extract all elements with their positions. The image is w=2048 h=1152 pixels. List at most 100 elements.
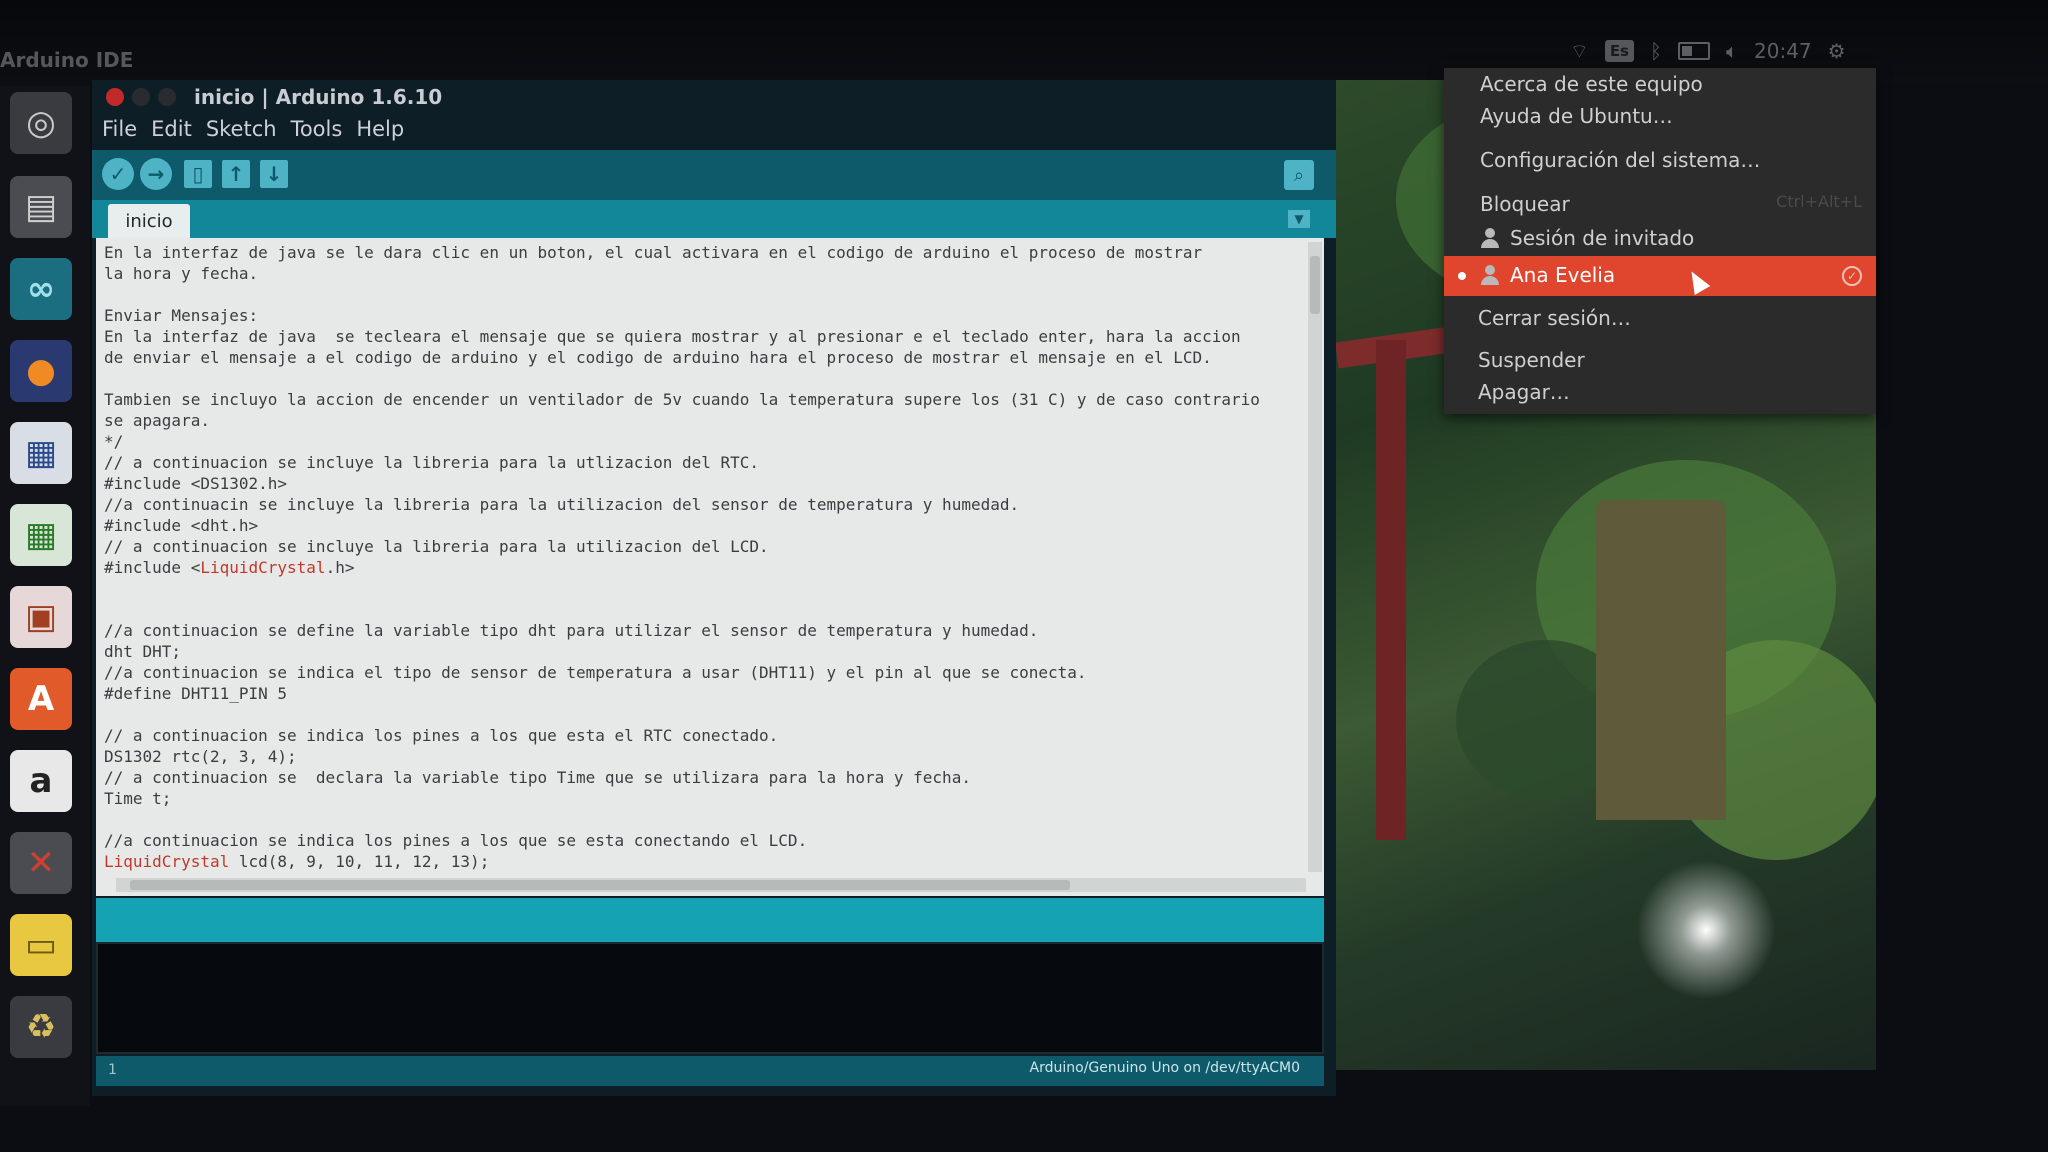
menu-item-about[interactable]: Acerca de este equipo xyxy=(1480,72,1703,96)
user-label: Ana Evelia xyxy=(1510,263,1616,287)
line-number: 1 xyxy=(108,1062,117,1078)
menu-sketch[interactable]: Sketch xyxy=(204,117,279,147)
software-center-icon[interactable]: A xyxy=(10,668,72,730)
menubar: File Edit Sketch Tools Help xyxy=(100,117,406,147)
horizontal-scrollbar-thumb[interactable] xyxy=(130,880,1070,890)
impress-icon[interactable]: ▣ xyxy=(10,586,72,648)
code-line: //a continuacion se define la variable t… xyxy=(104,621,1039,640)
code-line: #include <DS1302.h> xyxy=(104,474,288,493)
message-strip xyxy=(96,898,1324,942)
serial-monitor-icon[interactable]: ⌕ xyxy=(1284,160,1314,190)
menu-item-guest-session[interactable]: Sesión de invitado xyxy=(1480,226,1694,250)
amazon-icon[interactable]: a xyxy=(10,750,72,812)
menu-item-log-out[interactable]: Cerrar sesión… xyxy=(1478,306,1631,330)
close-button[interactable] xyxy=(106,88,124,106)
menu-item-shut-down[interactable]: Apagar… xyxy=(1478,380,1570,404)
gear-icon[interactable]: ⚙ xyxy=(1828,39,1846,63)
battery-icon[interactable] xyxy=(1678,42,1710,60)
window-titlebar[interactable]: inicio | Arduino 1.6.10 xyxy=(92,80,1336,114)
lock-shortcut: Ctrl+Alt+L xyxy=(1776,192,1862,211)
system-menu: Acerca de este equipo Ayuda de Ubuntu… C… xyxy=(1444,68,1876,414)
window-title: inicio | Arduino 1.6.10 xyxy=(194,85,443,109)
code-line: LiquidCrystal lcd(8, 9, 10, 11, 12, 13); xyxy=(104,852,490,871)
network-icon[interactable]: ⌔ xyxy=(1570,39,1589,64)
save-button[interactable]: ↓ xyxy=(260,160,288,188)
toolbar: ✓ → ▯ ↑ ↓ ⌕ xyxy=(92,150,1336,200)
clock[interactable]: 20:47 xyxy=(1754,39,1812,63)
tab-inicio[interactable]: inicio xyxy=(108,204,190,238)
code-line: la hora y fecha. xyxy=(104,264,259,283)
tab-bar: inicio ▼ xyxy=(92,200,1336,238)
notes-icon[interactable]: ▭ xyxy=(10,914,72,976)
code-line: //a continuacion se indica el tipo de se… xyxy=(104,663,1087,682)
code-line: */ xyxy=(104,432,124,451)
code-line: DS1302 rtc(2, 3, 4); xyxy=(104,747,297,766)
menu-edit[interactable]: Edit xyxy=(149,117,194,147)
menu-item-lock[interactable]: Bloquear Ctrl+Alt+L xyxy=(1480,192,1870,216)
console-output[interactable] xyxy=(96,942,1324,1054)
vertical-scrollbar[interactable] xyxy=(1308,242,1322,872)
code-editor[interactable]: En la interfaz de java se le dara clic e… xyxy=(96,238,1324,896)
arduino-icon[interactable]: ∞ xyxy=(10,258,72,320)
launcher: ◎ ▤ ∞ ● ▦ ▦ ▣ A a ✕ ▭ ♻ xyxy=(0,86,90,1106)
menu-help[interactable]: Help xyxy=(354,117,406,147)
volume-icon[interactable]: 🔈︎ xyxy=(1726,39,1738,63)
guest-session-label: Sesión de invitado xyxy=(1510,226,1695,250)
vertical-scrollbar-thumb[interactable] xyxy=(1310,256,1320,314)
tab-menu-chevron-down-icon[interactable]: ▼ xyxy=(1288,210,1310,228)
code-line: #include <LiquidCrystal.h> xyxy=(104,558,355,577)
menu-file[interactable]: File xyxy=(100,117,139,147)
code-line: //a continuacin se incluye la libreria p… xyxy=(104,495,1020,514)
menu-tools[interactable]: Tools xyxy=(289,117,345,147)
keyboard-layout-indicator[interactable]: Es xyxy=(1604,40,1634,62)
arduino-window: inicio | Arduino 1.6.10 File Edit Sketch… xyxy=(92,80,1336,1096)
code-line: En la interfaz de java se le dara clic e… xyxy=(104,243,1203,262)
code-line: // a continuacion se indica los pines a … xyxy=(104,726,779,745)
code-line: dht DHT; xyxy=(104,642,182,661)
code-line: #define DHT11_PIN 5 xyxy=(104,684,288,703)
panel-app-title: Arduino IDE xyxy=(0,48,134,72)
code-line: de enviar el mensaje a el codigo de ardu… xyxy=(104,348,1212,367)
bluetooth-icon[interactable]: ᛒ xyxy=(1650,39,1662,63)
firefox-icon[interactable]: ● xyxy=(10,340,72,402)
upload-button[interactable]: → xyxy=(140,158,172,190)
open-button[interactable]: ↑ xyxy=(222,160,250,188)
code-line: #include <dht.h> xyxy=(104,516,259,535)
system-settings-icon[interactable]: ✕ xyxy=(10,832,72,894)
board-info: Arduino/Genuino Uno on /dev/ttyACM0 xyxy=(1029,1060,1300,1076)
menu-item-help[interactable]: Ayuda de Ubuntu… xyxy=(1480,104,1673,128)
menu-item-suspend[interactable]: Suspender xyxy=(1478,348,1585,372)
files-icon[interactable]: ▤ xyxy=(10,176,72,238)
active-session-dot xyxy=(1458,272,1466,280)
verify-button[interactable]: ✓ xyxy=(102,158,134,190)
user-icon xyxy=(1480,265,1500,285)
maximize-button[interactable] xyxy=(158,88,176,106)
menu-item-user-ana-evelia[interactable]: Ana Evelia ✓ xyxy=(1444,256,1876,296)
code-line: // a continuacion se declara la variable… xyxy=(104,768,971,787)
check-icon: ✓ xyxy=(1842,266,1862,286)
code-line: En la interfaz de java se tecleara el me… xyxy=(104,327,1241,346)
menu-item-lock-label: Bloquear xyxy=(1480,192,1570,216)
trash-icon[interactable]: ♻ xyxy=(10,996,72,1058)
ubuntu-dash-icon[interactable]: ◎ xyxy=(10,92,72,154)
code-line: Time t; xyxy=(104,789,172,808)
code-area[interactable]: En la interfaz de java se le dara clic e… xyxy=(104,242,1304,872)
menu-item-settings[interactable]: Configuración del sistema… xyxy=(1480,148,1760,172)
minimize-button[interactable] xyxy=(132,88,150,106)
horizontal-scrollbar[interactable] xyxy=(116,878,1306,892)
calc-icon[interactable]: ▦ xyxy=(10,504,72,566)
indicator-area: ⌔ Es ᛒ 🔈︎ 20:47 ⚙ xyxy=(1570,36,1846,66)
user-icon xyxy=(1480,228,1500,248)
code-line: // a continuacion se incluye la libreria… xyxy=(104,453,760,472)
new-button[interactable]: ▯ xyxy=(184,160,212,188)
code-line: // a continuacion se incluye la libreria… xyxy=(104,537,769,556)
writer-icon[interactable]: ▦ xyxy=(10,422,72,484)
status-bar: 1 Arduino/Genuino Uno on /dev/ttyACM0 xyxy=(96,1056,1324,1086)
code-line: se apagara. xyxy=(104,411,210,430)
code-line: Tambien se incluyo la accion de encender… xyxy=(104,390,1260,409)
